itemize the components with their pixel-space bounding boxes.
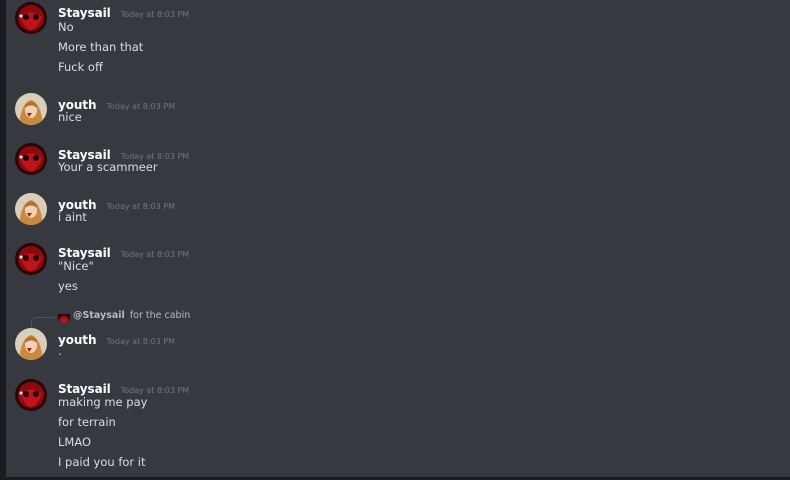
red-mask-avatar[interactable] bbox=[15, 243, 47, 275]
message-text: LMAO bbox=[58, 435, 92, 449]
timestamp: Today at 8:03 PM bbox=[120, 250, 190, 259]
anime-girl-avatar[interactable] bbox=[15, 93, 47, 125]
anime-girl-avatar[interactable] bbox=[15, 328, 47, 360]
timestamp: Today at 8:03 PM bbox=[120, 10, 190, 19]
timestamp: Today at 8:03 PM bbox=[120, 386, 190, 395]
username[interactable]: Staysail bbox=[58, 6, 111, 20]
username[interactable]: Staysail bbox=[58, 246, 111, 260]
message-text: yes bbox=[58, 279, 78, 293]
timestamp: Today at 8:03 PM bbox=[106, 102, 175, 111]
anime-girl-avatar[interactable] bbox=[15, 193, 47, 225]
timestamp: Today at 8:03 PM bbox=[106, 337, 175, 346]
message-text: nice bbox=[58, 110, 82, 124]
username[interactable]: youth bbox=[58, 333, 96, 347]
reply-spine bbox=[31, 317, 55, 327]
username[interactable]: Staysail bbox=[58, 382, 111, 396]
message-text: More than that bbox=[58, 40, 144, 54]
red-mask-avatar bbox=[58, 311, 70, 323]
red-mask-avatar[interactable] bbox=[15, 143, 47, 175]
message-text: "Nice" bbox=[58, 259, 94, 273]
timestamp: Today at 8:03 PM bbox=[106, 202, 175, 211]
message-header: youth Today at 8:03 PM bbox=[58, 329, 175, 348]
message-text: I paid you for it bbox=[58, 455, 146, 469]
message-text: Your a scammeer bbox=[58, 160, 158, 174]
message-text: . bbox=[58, 344, 62, 358]
reply-content: for the cabin bbox=[129, 310, 191, 321]
chat-message-list: Staysail Today at 8:03 PM No More than t… bbox=[6, 0, 790, 477]
reply-mention[interactable]: @Staysail bbox=[73, 310, 125, 321]
message-text: for terrain bbox=[58, 415, 116, 429]
red-mask-avatar[interactable] bbox=[15, 2, 47, 34]
message-header: Staysail Today at 8:03 PM bbox=[58, 2, 189, 21]
red-mask-avatar[interactable] bbox=[15, 379, 47, 411]
reply-text: @Staysail for the cabin bbox=[73, 310, 190, 321]
message-text: Fuck off bbox=[58, 60, 103, 74]
message-text: making me pay bbox=[58, 395, 148, 409]
reply-preview[interactable]: @Staysail for the cabin bbox=[6, 310, 790, 327]
message-text: i aint bbox=[58, 210, 87, 224]
message-text: No bbox=[58, 20, 74, 34]
